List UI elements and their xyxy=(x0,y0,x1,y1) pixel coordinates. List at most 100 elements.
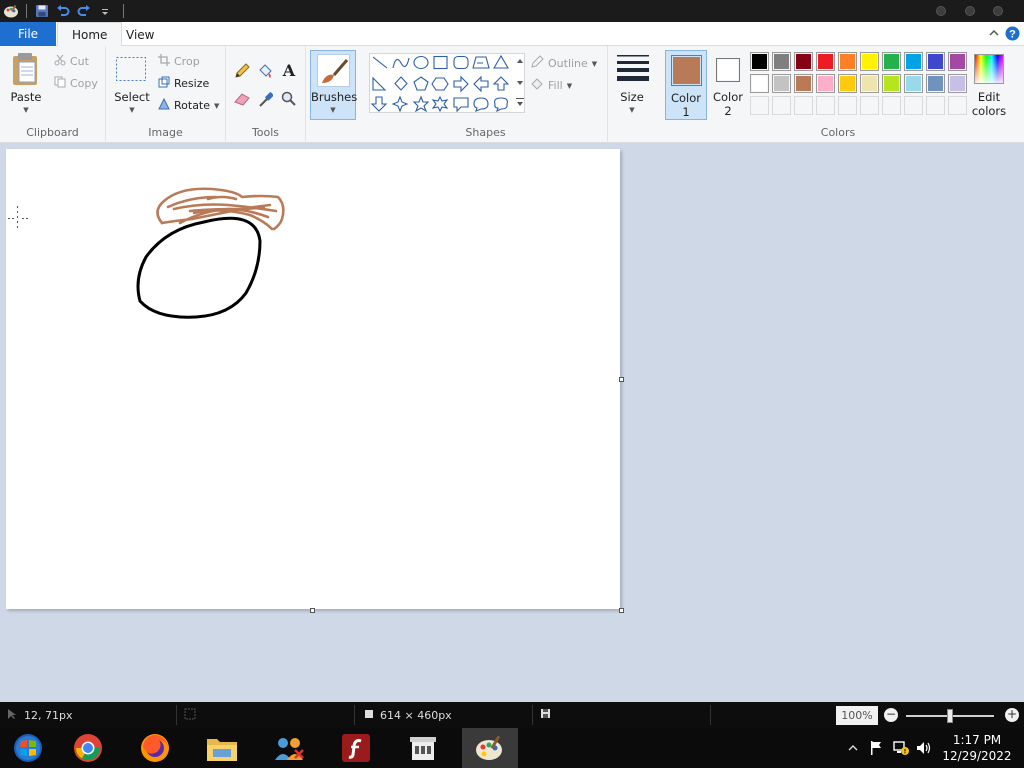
network-app-icon[interactable] xyxy=(261,728,317,768)
copy-button[interactable]: Copy xyxy=(54,76,98,91)
customize-quick-access-icon[interactable] xyxy=(96,2,114,20)
outline-dropdown-arrow[interactable]: ▼ xyxy=(592,60,597,68)
brushes-button[interactable]: Brushes ▼ xyxy=(310,50,357,120)
brushes-dropdown-arrow[interactable]: ▼ xyxy=(311,106,355,114)
file-explorer-icon[interactable] xyxy=(194,728,250,768)
size-label[interactable]: Size xyxy=(612,90,652,104)
custom-color-slot[interactable] xyxy=(750,96,769,115)
paint-taskbar-icon[interactable] xyxy=(462,728,518,768)
edit-colors-icon[interactable] xyxy=(974,54,1004,84)
pencil-icon[interactable] xyxy=(234,63,250,82)
network-status-icon[interactable] xyxy=(890,728,912,768)
chrome-icon[interactable] xyxy=(60,728,116,768)
palette-swatch[interactable] xyxy=(750,52,769,71)
rotate-button[interactable]: Rotate ▼ xyxy=(158,97,219,113)
palette-swatch[interactable] xyxy=(860,52,879,71)
custom-color-slot[interactable] xyxy=(772,96,791,115)
selection-size-icon xyxy=(184,708,196,723)
rectangular-callout-shape-icon xyxy=(453,97,469,113)
flash-icon[interactable] xyxy=(328,728,384,768)
palette-swatch[interactable] xyxy=(838,52,857,71)
palette-swatch[interactable] xyxy=(882,52,901,71)
workspace xyxy=(0,143,1024,702)
color-picker-icon[interactable] xyxy=(258,91,274,110)
palette-swatch[interactable] xyxy=(750,74,769,93)
close-button[interactable] xyxy=(993,6,1003,16)
select-dropdown-arrow[interactable]: ▼ xyxy=(108,106,156,114)
resize-handle-bottom[interactable] xyxy=(310,608,315,613)
resize-button[interactable]: Resize xyxy=(158,76,209,91)
edit-colors-label-2[interactable]: colors xyxy=(968,104,1010,118)
color2-button[interactable]: Color 2 xyxy=(708,50,748,120)
custom-color-slot[interactable] xyxy=(816,96,835,115)
paste-dropdown-arrow[interactable]: ▼ xyxy=(4,106,48,114)
zoom-slider-thumb[interactable] xyxy=(947,709,953,723)
palette-swatch[interactable] xyxy=(816,74,835,93)
maximize-button[interactable] xyxy=(965,6,975,16)
firefox-icon[interactable] xyxy=(127,728,183,768)
system-clock[interactable]: 1:17 PM 12/29/2022 xyxy=(930,732,1024,764)
resize-handle-right[interactable] xyxy=(619,377,624,382)
resize-handle-corner[interactable] xyxy=(619,608,624,613)
start-button[interactable] xyxy=(0,728,56,768)
palette-swatch[interactable] xyxy=(926,52,945,71)
palette-swatch[interactable] xyxy=(948,52,967,71)
save-icon[interactable] xyxy=(33,2,51,20)
paste-button-label[interactable]: Paste xyxy=(4,90,48,104)
custom-color-slot[interactable] xyxy=(904,96,923,115)
palette-swatch[interactable] xyxy=(904,74,923,93)
custom-color-slot[interactable] xyxy=(926,96,945,115)
palette-swatch[interactable] xyxy=(948,74,967,93)
palette-swatch[interactable] xyxy=(816,52,835,71)
custom-color-slot[interactable] xyxy=(794,96,813,115)
custom-color-slot[interactable] xyxy=(838,96,857,115)
select-button-label[interactable]: Select xyxy=(108,90,156,104)
paste-icon[interactable] xyxy=(10,52,40,89)
palette-swatch[interactable] xyxy=(860,74,879,93)
crop-button[interactable]: Crop xyxy=(158,54,200,69)
custom-color-slot[interactable] xyxy=(882,96,901,115)
palette-swatch[interactable] xyxy=(772,52,791,71)
custom-color-slot[interactable] xyxy=(860,96,879,115)
paint-app-icon[interactable] xyxy=(2,3,20,19)
select-icon[interactable] xyxy=(115,56,147,85)
text-icon[interactable]: A xyxy=(281,61,297,81)
help-icon[interactable]: ? xyxy=(1005,26,1020,44)
palette-swatch[interactable] xyxy=(904,52,923,71)
zoom-in-button[interactable]: + xyxy=(1005,708,1019,722)
palette-swatch[interactable] xyxy=(882,74,901,93)
colors-group-label: Colors xyxy=(820,126,856,139)
tab-view[interactable]: View xyxy=(112,22,168,47)
eraser-icon[interactable] xyxy=(234,92,251,109)
rotate-dropdown-arrow[interactable]: ▼ xyxy=(214,102,219,110)
redo-icon[interactable] xyxy=(75,2,93,20)
tab-file[interactable]: File xyxy=(0,22,56,46)
custom-color-slot[interactable] xyxy=(948,96,967,115)
fill-button[interactable]: Fill ▼ xyxy=(530,77,572,94)
minimize-button[interactable] xyxy=(936,6,946,16)
magnifier-icon[interactable] xyxy=(281,91,297,110)
action-center-flag-icon[interactable] xyxy=(866,728,886,768)
palette-swatch[interactable] xyxy=(794,52,813,71)
fill-icon[interactable] xyxy=(257,63,274,82)
show-hidden-icons-icon[interactable] xyxy=(846,728,860,768)
palette-swatch[interactable] xyxy=(926,74,945,93)
clock-time: 1:17 PM xyxy=(952,733,1002,747)
collapse-ribbon-icon[interactable] xyxy=(988,27,1000,42)
palette-swatch[interactable] xyxy=(772,74,791,93)
canvas-size: 614 × 460px xyxy=(364,702,452,728)
size-dropdown-arrow[interactable]: ▼ xyxy=(612,106,652,114)
undo-icon[interactable] xyxy=(54,2,72,20)
edit-colors-label[interactable]: Edit xyxy=(968,90,1010,104)
palette-swatch[interactable] xyxy=(794,74,813,93)
color1-button[interactable]: Color 1 xyxy=(665,50,707,120)
shapes-gallery-icons[interactable] xyxy=(370,54,526,114)
outline-button[interactable]: Outline ▼ xyxy=(530,55,597,72)
drawing-canvas[interactable] xyxy=(6,149,620,609)
palette-swatch[interactable] xyxy=(838,74,857,93)
store-icon[interactable] xyxy=(395,728,451,768)
fill-dropdown-arrow[interactable]: ▼ xyxy=(567,82,572,90)
cut-button[interactable]: Cut xyxy=(54,54,89,69)
size-icon[interactable] xyxy=(616,54,650,85)
zoom-out-button[interactable]: − xyxy=(884,708,898,722)
